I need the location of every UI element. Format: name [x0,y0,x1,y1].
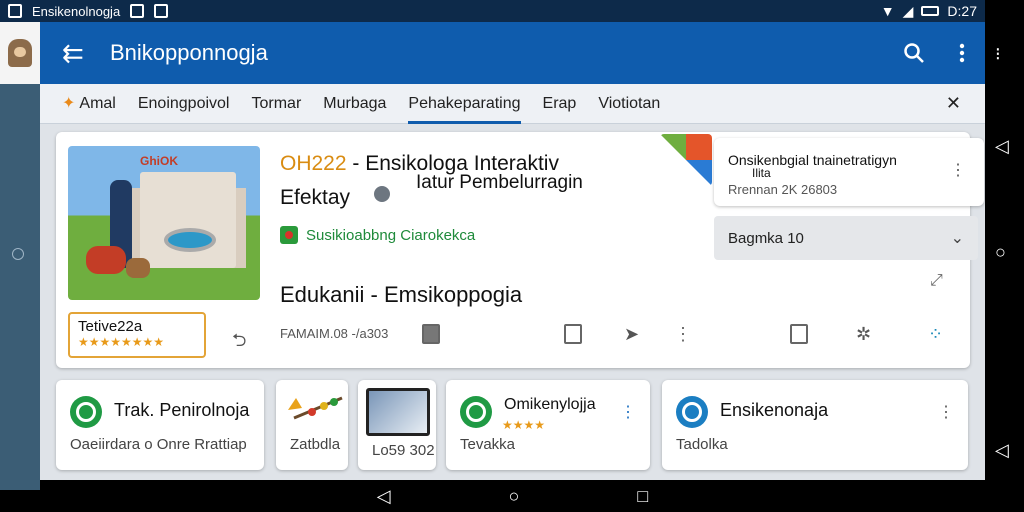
document-icon[interactable] [564,324,582,344]
hero-brand: GhiOK [140,154,178,168]
nav-share-icon[interactable]: ⁝ [995,44,1001,65]
side-card-title-line2: Ilita [752,166,771,180]
close-icon[interactable]: ✕ [946,93,961,114]
nav-home-icon[interactable]: ○ [509,486,520,507]
leaf-icon[interactable]: ➤ [624,324,639,345]
main-card[interactable]: GhiOK OH222 - Ensikologa Interaktiv Iatu… [56,132,984,368]
select-value: Bagmka 10 [728,229,804,247]
status-time: D:27 [947,3,977,19]
page-select[interactable]: Bagmka 10 ⌄ [714,216,978,260]
bottom-card-3[interactable]: Lo59 302 [358,380,436,470]
rating-stars: ★★★★★★★★ [78,335,165,349]
logo-icon [70,396,102,428]
content-area: GhiOK OH222 - Ensikologa Interaktiv Iatu… [40,124,985,480]
nav-back-icon[interactable]: ◁ [377,486,391,507]
bottom-card-sub: Tadolka [676,436,728,453]
logo-icon [676,396,708,428]
compare-icon[interactable]: ✲ [856,324,871,345]
source-icon [280,226,298,244]
system-nav-right: ⁝ ◁ ○ ◁ [985,0,1024,512]
more-icon[interactable]: ⋮ [674,324,692,345]
card-menu-icon[interactable]: ⋮ [938,402,954,422]
bottom-card-2[interactable]: Zatbdla [276,380,348,470]
side-card[interactable]: Onsikenbgial tnainetratigyn Ilita Rrenna… [714,138,984,206]
bottom-card-title: Ensikenonaja [720,400,829,420]
overflow-menu-icon[interactable] [959,43,965,63]
side-card-subtitle: Rrennan 2K 26803 [728,182,838,197]
rating-label: Tetive22a [78,318,143,335]
side-card-menu-icon[interactable]: ⋮ [950,160,966,180]
tab-bar: ✦ Amal Enoingpoivol Tormar Murbaga Pehake… [40,84,985,124]
hero-image[interactable]: GhiOK [68,146,260,300]
notification-icon-2 [130,4,145,18]
signal-icon: ◢ [902,2,914,19]
status-app-name: Ensikenolnogja [32,3,121,19]
system-nav-bottom: ◁ ○ □ [40,480,985,512]
bottom-card-title: Omikenylojja [504,396,596,413]
share-icon[interactable]: ⮌ [232,328,246,358]
card-title-line2: Iatur Pembelurragin [416,172,583,193]
nav-recents-icon[interactable]: □ [637,486,648,507]
castle-illustration [140,172,236,268]
status-bar: Ensikenolnogja ▼ ◢ D:27 [0,0,985,22]
photo-thumbnail [366,388,430,436]
bottom-card-5[interactable]: Ensikenonaja Tadolka ⋮ [662,380,968,470]
nav-home-icon[interactable]: ○ [995,242,1006,263]
bottom-card-sub: Oaeiirdara o Onre Rrattiap [70,436,247,453]
notification-icon-3 [154,4,169,18]
bottom-card-sub: Zatbdla [290,436,341,453]
bottom-card-sub: Tevakka [460,436,516,453]
rail-circle-icon[interactable] [12,248,24,260]
tab-enoingpoivol[interactable]: Enoingpoivol [138,84,230,124]
bottom-card-title: Trak. Penirolnoja [114,400,250,420]
bottom-card-stars: ★★★★ [502,418,546,432]
card-menu-icon[interactable]: ⋮ [620,402,636,422]
tab-pehakeparating[interactable]: Pehakeparating [408,84,521,124]
app-bar: ⇇ Bnikopponnogja [40,22,985,84]
logo-icon [460,396,492,428]
rating-box[interactable]: Tetive22a ★★★★★★★★ [68,312,206,358]
tab-tormar[interactable]: Tormar [251,84,301,124]
side-rail [0,22,40,490]
apps-icon[interactable]: ⁘ [928,324,943,345]
globe-icon [660,134,712,186]
card-subject: Edukanii - Emsikoppogia [280,282,523,307]
bottom-card-1[interactable]: Trak. Penirolnoja Oaeiirdara o Onre Rrat… [56,380,264,470]
card-meta: FAMAIM.08 -/a303 [280,326,389,341]
sparkle-icon: ✦ [62,94,76,112]
nav-back-icon[interactable]: ◁ [995,136,1009,157]
search-icon[interactable] [903,42,925,64]
card-subtitle: Efektay [280,186,351,209]
bottom-card-4[interactable]: Omikenylojja ★★★★ Tevakka ⋮ [446,380,650,470]
nav-back-icon-2[interactable]: ◁ [995,440,1009,461]
card-code: OH222 [280,152,347,175]
tab-erap[interactable]: Erap [543,84,577,124]
chevron-down-icon: ⌄ [950,230,964,247]
pin-icon[interactable] [374,186,390,202]
tab-viotiotan[interactable]: Viotiotan [598,84,660,124]
app-title: Bnikopponnogja [110,40,268,65]
source-link[interactable]: Susikioabbng Ciarokekca [280,226,475,244]
notification-icon [8,4,22,18]
expand-icon[interactable]: ⤢ [930,272,943,290]
leaves-thumbnail [288,396,343,420]
battery-icon [921,6,940,16]
screen: Ensikenolnogja ▼ ◢ D:27 ⁝ ◁ ○ ◁ ⇇ Bnikop… [0,0,1024,512]
tab-murbaga[interactable]: Murbaga [323,84,386,124]
tab-amal[interactable]: ✦ Amal [62,84,116,124]
back-arrow-icon[interactable]: ⇇ [62,40,88,66]
avatar[interactable] [0,22,40,84]
bottom-card-sub: Lo59 302 [372,442,435,459]
document-icon-2[interactable] [790,324,808,344]
wifi-icon: ▼ [880,3,895,19]
folder-icon[interactable] [422,324,440,344]
